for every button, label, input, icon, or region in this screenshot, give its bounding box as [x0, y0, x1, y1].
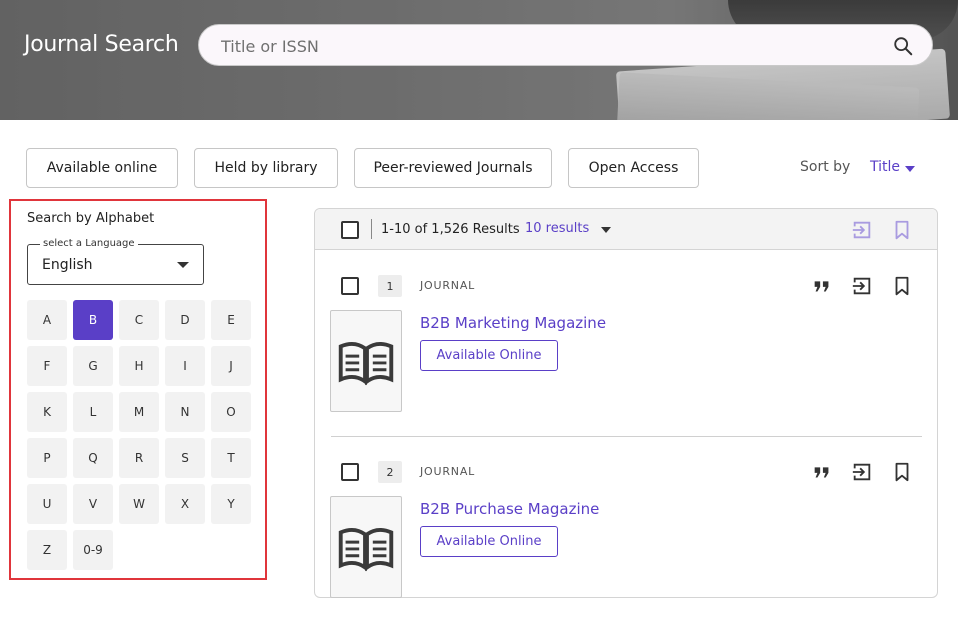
search-icon[interactable]	[892, 35, 914, 57]
quote-icon[interactable]	[811, 275, 833, 297]
filter-peer-reviewed[interactable]: Peer-reviewed Journals	[354, 148, 552, 188]
language-value: English	[42, 257, 93, 273]
letter-d[interactable]: D	[165, 300, 205, 340]
chevron-down-icon[interactable]	[601, 227, 611, 233]
letter-r[interactable]: R	[119, 438, 159, 478]
per-page-dropdown[interactable]: 10 results	[525, 221, 589, 236]
item-number: 2	[378, 461, 402, 483]
search-box[interactable]	[198, 24, 933, 66]
search-input[interactable]	[221, 34, 871, 58]
language-select[interactable]: select a Language English	[27, 238, 204, 285]
chevron-down-icon[interactable]	[905, 166, 915, 172]
letter-p[interactable]: P	[27, 438, 67, 478]
caret-down-icon	[177, 262, 189, 268]
item-type: JOURNAL	[420, 465, 476, 478]
results-toolbar: 1-10 of 1,526 Results 10 results	[315, 209, 937, 250]
letter-n[interactable]: N	[165, 392, 205, 432]
journal-title-link[interactable]: B2B Purchase Magazine	[420, 500, 599, 518]
sort-label: Sort by	[800, 159, 851, 175]
letter-y[interactable]: Y	[211, 484, 251, 524]
letter-h[interactable]: H	[119, 346, 159, 386]
letter-w[interactable]: W	[119, 484, 159, 524]
letter-g[interactable]: G	[73, 346, 113, 386]
letter-0-9[interactable]: 0-9	[73, 530, 113, 570]
quote-icon[interactable]	[811, 461, 833, 483]
journal-thumbnail[interactable]	[330, 310, 402, 412]
export-icon[interactable]	[851, 275, 873, 297]
book-icon	[338, 528, 394, 572]
letter-o[interactable]: O	[211, 392, 251, 432]
letter-u[interactable]: U	[27, 484, 67, 524]
export-icon[interactable]	[851, 461, 873, 483]
letter-f[interactable]: F	[27, 346, 67, 386]
filter-available-online[interactable]: Available online	[26, 148, 178, 188]
letter-b[interactable]: B	[73, 300, 113, 340]
bookmark-icon[interactable]	[891, 461, 913, 483]
letter-k[interactable]: K	[27, 392, 67, 432]
result-item: 2 JOURNAL B2B Purchase Magazine Availabl…	[315, 437, 937, 623]
export-icon[interactable]	[851, 219, 873, 241]
letter-j[interactable]: J	[211, 346, 251, 386]
alphabet-panel: Search by Alphabet select a Language Eng…	[9, 199, 267, 580]
letter-v[interactable]: V	[73, 484, 113, 524]
select-all-checkbox[interactable]	[341, 221, 359, 239]
item-number: 1	[378, 275, 402, 297]
letter-z[interactable]: Z	[27, 530, 67, 570]
journal-title-link[interactable]: B2B Marketing Magazine	[420, 314, 606, 332]
bookmark-icon[interactable]	[891, 219, 913, 241]
page-title: Journal Search	[24, 32, 179, 57]
letter-t[interactable]: T	[211, 438, 251, 478]
journal-thumbnail[interactable]	[330, 496, 402, 598]
filter-open-access[interactable]: Open Access	[568, 148, 699, 188]
letter-i[interactable]: I	[165, 346, 205, 386]
item-checkbox[interactable]	[341, 463, 359, 481]
available-online-button[interactable]: Available Online	[420, 526, 558, 557]
filter-held-by-library[interactable]: Held by library	[194, 148, 338, 188]
item-checkbox[interactable]	[341, 277, 359, 295]
letter-q[interactable]: Q	[73, 438, 113, 478]
available-online-button[interactable]: Available Online	[420, 340, 558, 371]
results-count: 1-10 of 1,526 Results	[381, 222, 520, 237]
letter-x[interactable]: X	[165, 484, 205, 524]
divider	[371, 219, 372, 239]
language-label: select a Language	[40, 238, 138, 249]
item-type: JOURNAL	[420, 279, 476, 292]
letter-m[interactable]: M	[119, 392, 159, 432]
book-icon	[338, 342, 394, 386]
letter-e[interactable]: E	[211, 300, 251, 340]
sort-dropdown[interactable]: Title	[870, 159, 900, 175]
letter-a[interactable]: A	[27, 300, 67, 340]
letter-l[interactable]: L	[73, 392, 113, 432]
alphabet-title: Search by Alphabet	[27, 211, 155, 226]
letter-s[interactable]: S	[165, 438, 205, 478]
results-panel: 1-10 of 1,526 Results 10 results 1 JOURN…	[314, 208, 938, 598]
bookmark-icon[interactable]	[891, 275, 913, 297]
header-banner: Journal Search	[0, 0, 958, 120]
result-item: 1 JOURNAL B2B Marketing Magazine Availab…	[315, 251, 937, 437]
letter-c[interactable]: C	[119, 300, 159, 340]
